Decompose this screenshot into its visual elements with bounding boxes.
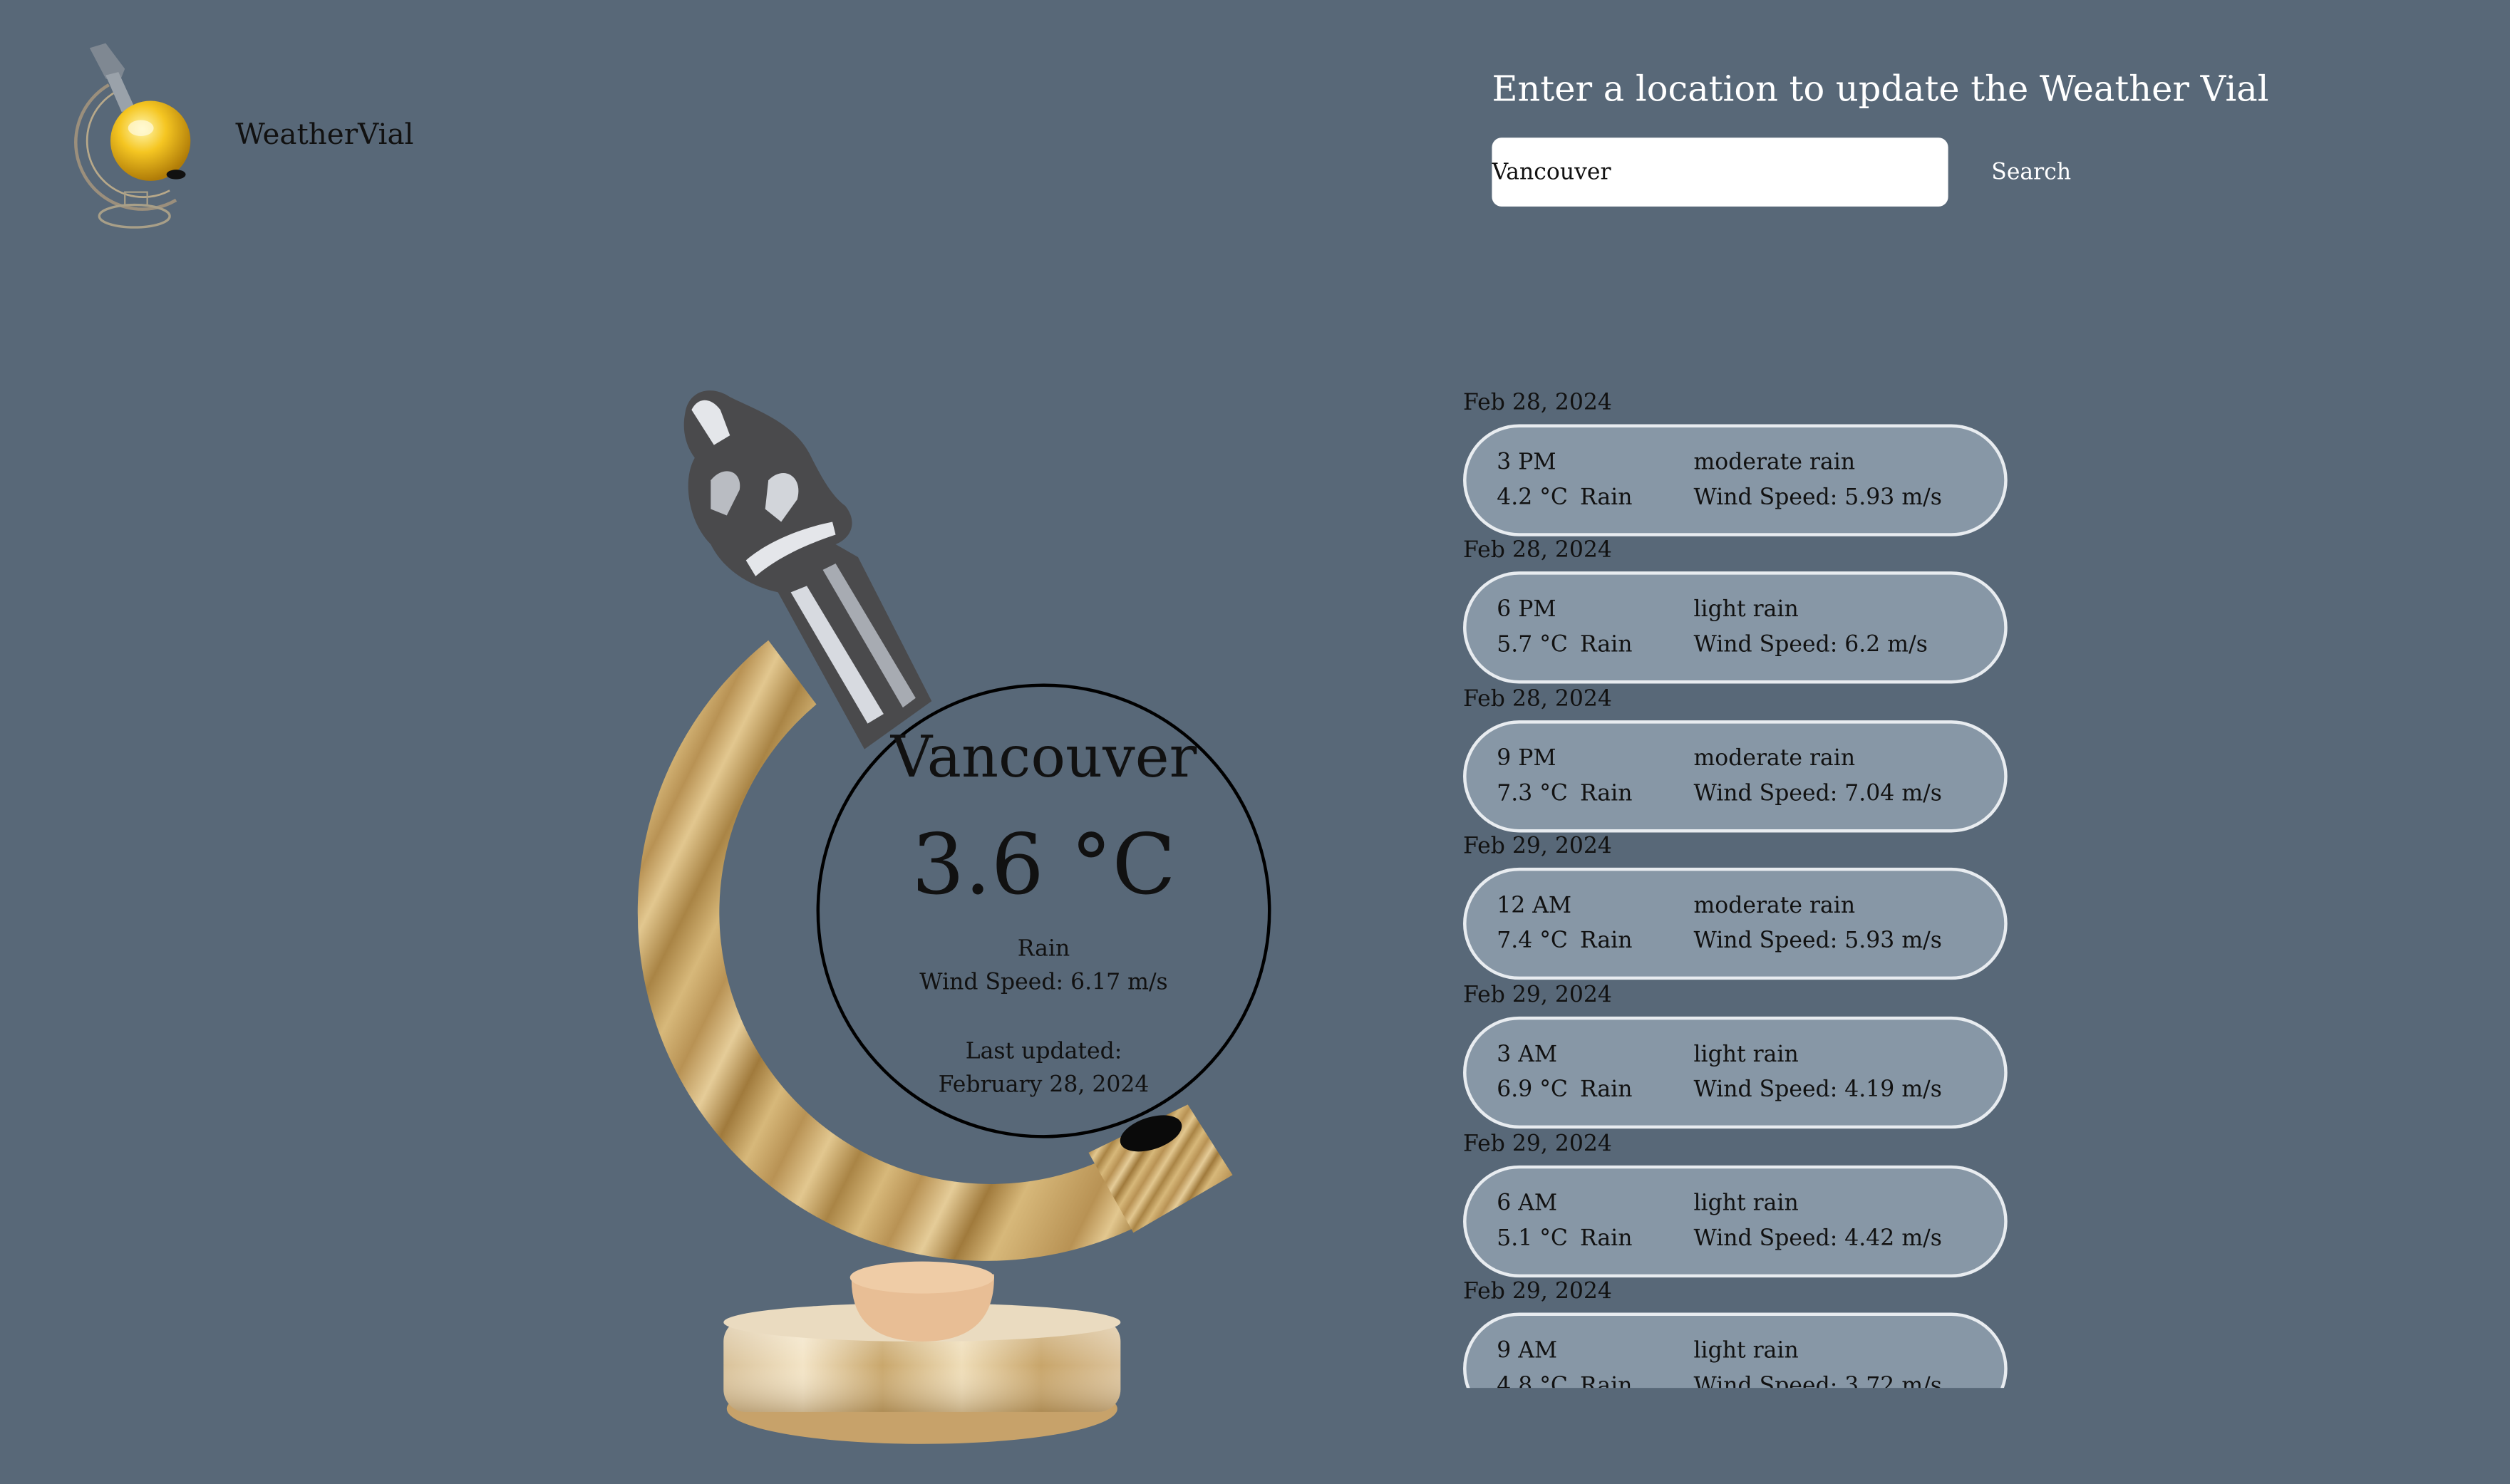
weathervial-logo-icon <box>74 43 191 229</box>
forecast-description: light rain <box>1693 1042 1799 1068</box>
forecast-condition: Rain <box>1579 781 1633 807</box>
forecast-item: Feb 29, 2024 12 AM 7.4 °C Rain moderate … <box>1460 834 2037 982</box>
forecast-temperature: 7.4 °C <box>1497 928 1569 955</box>
forecast-wind-speed: Wind Speed: 7.04 m/s <box>1693 781 1942 807</box>
forecast-wind-speed: Wind Speed: 4.19 m/s <box>1693 1077 1942 1104</box>
forecast-card: 3 PM 4.2 °C Rain moderate rain Wind Spee… <box>1463 424 2008 536</box>
forecast-date: Feb 29, 2024 <box>1463 1131 1612 1158</box>
forecast-wind-speed: Wind Speed: 3.72 m/s <box>1693 1373 1942 1389</box>
last-updated-date: February 28, 2024 <box>938 1072 1150 1099</box>
forecast-date: Feb 28, 2024 <box>1463 686 1612 712</box>
forecast-temperature: 6.9 °C <box>1497 1077 1569 1104</box>
forecast-condition: Rain <box>1579 632 1633 658</box>
forecast-item: Feb 29, 2024 9 AM 4.8 °C Rain light rain… <box>1460 1279 2037 1389</box>
location-search-input[interactable] <box>1492 137 1948 207</box>
forecast-card: 9 PM 7.3 °C Rain moderate rain Wind Spee… <box>1463 720 2008 833</box>
forecast-wind-speed: Wind Speed: 4.42 m/s <box>1693 1226 1942 1252</box>
forecast-card: 3 AM 6.9 °C Rain light rain Wind Speed: … <box>1463 1016 2008 1129</box>
forecast-item: Feb 29, 2024 6 AM 5.1 °C Rain light rain… <box>1460 1132 2037 1280</box>
forecast-time: 9 PM <box>1497 746 1556 772</box>
forecast-date: Feb 29, 2024 <box>1463 982 1612 1009</box>
current-city: Vancouver <box>890 725 1197 792</box>
forecast-condition: Rain <box>1579 484 1633 511</box>
forecast-condition: Rain <box>1579 1077 1633 1104</box>
forecast-wind-speed: Wind Speed: 5.93 m/s <box>1693 928 1942 955</box>
forecast-time: 12 AM <box>1497 893 1572 919</box>
app-name: WeatherVial <box>235 118 414 152</box>
forecast-wind-speed: Wind Speed: 5.93 m/s <box>1693 484 1942 511</box>
forecast-date: Feb 28, 2024 <box>1463 390 1612 417</box>
forecast-date: Feb 29, 2024 <box>1463 834 1612 860</box>
forecast-temperature: 7.3 °C <box>1497 781 1569 807</box>
forecast-card: 12 AM 7.4 °C Rain moderate rain Wind Spe… <box>1463 867 2008 980</box>
forecast-time: 6 PM <box>1497 597 1556 623</box>
forecast-description: moderate rain <box>1693 893 1856 919</box>
forecast-time: 3 PM <box>1497 450 1556 476</box>
forecast-description: moderate rain <box>1693 746 1856 772</box>
forecast-item: Feb 28, 2024 3 PM 4.2 °C Rain moderate r… <box>1460 390 2037 538</box>
forecast-card: 6 PM 5.7 °C Rain light rain Wind Speed: … <box>1463 571 2008 684</box>
forecast-temperature: 5.7 °C <box>1497 632 1569 658</box>
current-temperature: 3.6 °C <box>911 818 1176 915</box>
forecast-condition: Rain <box>1579 1226 1633 1252</box>
forecast-list[interactable]: Feb 28, 2024 3 PM 4.2 °C Rain moderate r… <box>1460 390 2037 1389</box>
current-weather-dial: Vancouver 3.6 °C Rain Wind Speed: 6.17 m… <box>816 683 1271 1138</box>
forecast-date: Feb 28, 2024 <box>1463 537 1612 564</box>
last-updated-label: Last updated: <box>965 1039 1122 1065</box>
forecast-date: Feb 29, 2024 <box>1463 1279 1612 1305</box>
forecast-time: 9 AM <box>1497 1338 1558 1364</box>
current-wind-speed: Wind Speed: 6.17 m/s <box>919 970 1168 996</box>
forecast-wind-speed: Wind Speed: 6.2 m/s <box>1693 632 1928 658</box>
search-button[interactable]: Search <box>1978 154 2084 192</box>
forecast-item: Feb 28, 2024 6 PM 5.7 °C Rain light rain… <box>1460 538 2037 685</box>
forecast-card: 6 AM 5.1 °C Rain light rain Wind Speed: … <box>1463 1165 2008 1278</box>
forecast-card: 9 AM 4.8 °C Rain light rain Wind Speed: … <box>1463 1312 2008 1389</box>
forecast-item: Feb 28, 2024 9 PM 7.3 °C Rain moderate r… <box>1460 687 2037 834</box>
forecast-description: light rain <box>1693 1338 1799 1364</box>
forecast-description: moderate rain <box>1693 450 1856 476</box>
forecast-time: 3 AM <box>1497 1042 1558 1068</box>
forecast-temperature: 4.8 °C <box>1497 1373 1569 1389</box>
current-condition: Rain <box>1017 936 1070 962</box>
forecast-condition: Rain <box>1579 928 1633 955</box>
forecast-item: Feb 29, 2024 3 AM 6.9 °C Rain light rain… <box>1460 983 2037 1131</box>
search-heading: Enter a location to update the Weather V… <box>1492 70 2269 111</box>
forecast-temperature: 4.2 °C <box>1497 484 1569 511</box>
forecast-time: 6 AM <box>1497 1190 1558 1217</box>
forecast-condition: Rain <box>1579 1373 1633 1389</box>
forecast-description: light rain <box>1693 597 1799 623</box>
forecast-temperature: 5.1 °C <box>1497 1226 1569 1252</box>
forecast-description: light rain <box>1693 1190 1799 1217</box>
app-root: WeatherVial Enter a location to update t… <box>0 0 2510 1484</box>
